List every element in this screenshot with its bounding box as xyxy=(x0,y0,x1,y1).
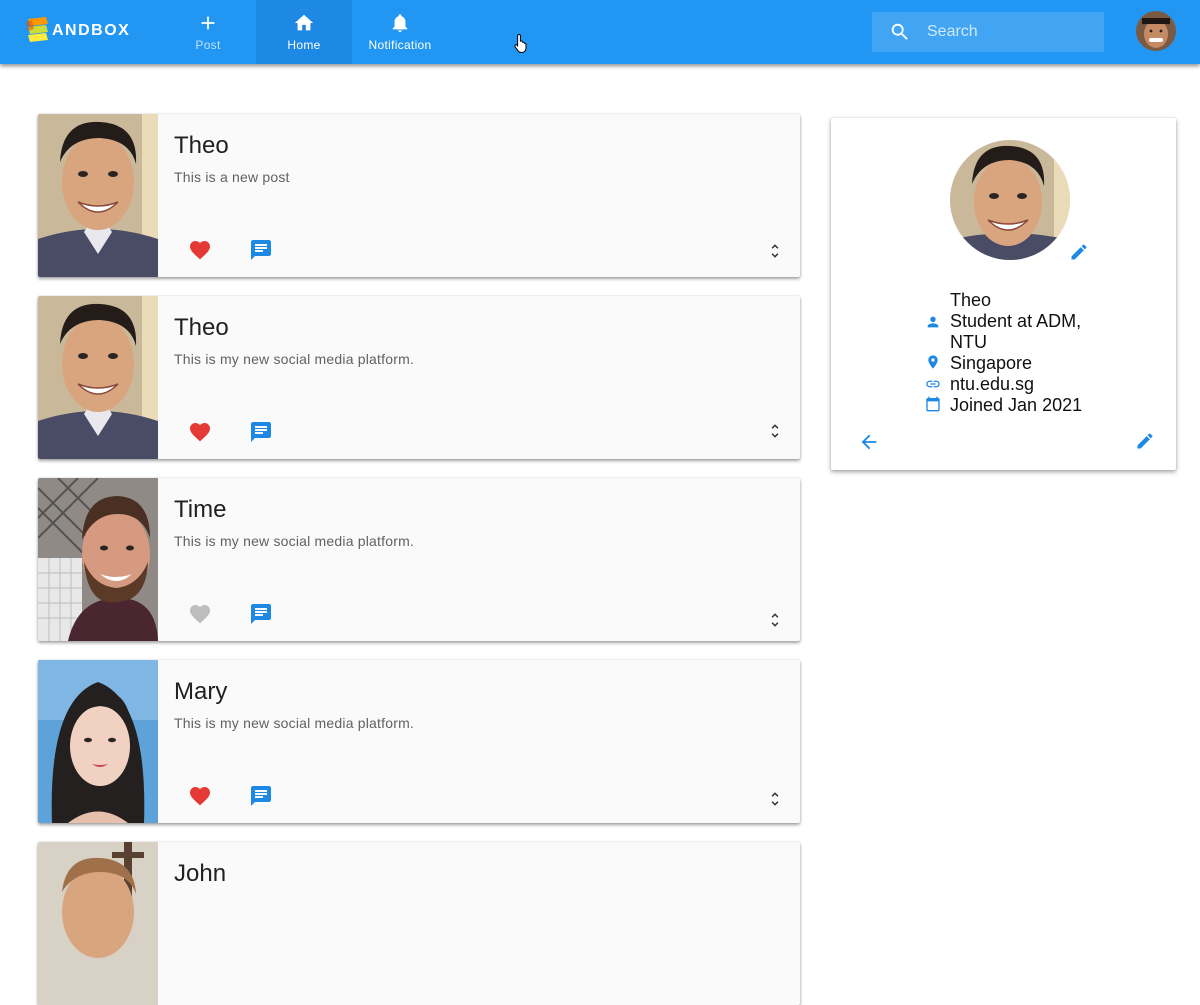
post-card: Theo This is a new post xyxy=(38,114,800,277)
nav-home-button[interactable]: Home xyxy=(256,0,352,64)
logo-text: ANDBOX xyxy=(52,22,131,39)
post-author-image[interactable] xyxy=(38,478,158,641)
like-button[interactable] xyxy=(188,602,212,626)
comment-icon xyxy=(251,604,271,624)
profile-bio-line2: NTU xyxy=(950,332,987,352)
comment-button[interactable] xyxy=(249,784,273,808)
search-input[interactable] xyxy=(927,23,1087,41)
pencil-icon xyxy=(1071,244,1087,260)
post-body: This is my new social media platform. xyxy=(174,533,415,549)
post-card: Theo This is my new social media platfor… xyxy=(38,296,800,459)
comment-button[interactable] xyxy=(249,602,273,626)
app-bar: ANDBOX Post Home Notification xyxy=(0,0,1200,64)
expand-button[interactable] xyxy=(766,422,784,440)
home-icon xyxy=(294,14,314,31)
post-body: This is my new social media platform. xyxy=(174,715,415,731)
heart-icon xyxy=(190,423,210,442)
profile-location: Singapore xyxy=(950,353,1033,373)
post-author-image[interactable] xyxy=(38,296,158,459)
comment-icon xyxy=(251,786,271,806)
edit-avatar-button[interactable] xyxy=(1069,242,1089,262)
comment-icon xyxy=(251,422,271,442)
profile-bio-line1: Student at ADM, xyxy=(950,311,1082,331)
heart-icon xyxy=(190,241,210,260)
unfold-more-icon xyxy=(771,424,779,438)
post-author-image[interactable] xyxy=(38,660,158,823)
nav-home-label: Home xyxy=(287,38,321,52)
unfold-more-icon xyxy=(771,244,779,258)
calendar-icon xyxy=(925,396,941,412)
pencil-icon xyxy=(1137,433,1153,449)
post-author-name[interactable]: Time xyxy=(174,496,226,524)
like-button[interactable] xyxy=(188,784,212,808)
plus-icon xyxy=(201,16,215,30)
expand-button[interactable] xyxy=(766,790,784,808)
user-avatar[interactable] xyxy=(1136,11,1176,51)
person-icon xyxy=(925,314,941,330)
post-author-name[interactable]: Theo xyxy=(174,314,229,342)
profile-website-link[interactable]: ntu.edu.sg xyxy=(950,374,1034,395)
post-card: Time This is my new social media platfor… xyxy=(38,478,800,641)
search-box[interactable] xyxy=(872,12,1104,52)
post-author-name[interactable]: Mary xyxy=(174,678,227,706)
post-card: John xyxy=(38,842,800,1005)
post-author-name[interactable]: John xyxy=(174,860,226,888)
expand-button[interactable] xyxy=(766,611,784,629)
heart-icon xyxy=(190,605,210,624)
nav-post-label: Post xyxy=(195,38,221,52)
profile-joined-date: Joined Jan 2021 xyxy=(950,395,1083,415)
link-icon xyxy=(925,376,941,392)
back-button[interactable] xyxy=(858,431,880,453)
profile-avatar xyxy=(950,140,1070,260)
post-body: This is a new post xyxy=(174,169,290,185)
logo[interactable]: ANDBOX xyxy=(26,16,130,46)
like-button[interactable] xyxy=(188,420,212,444)
arrow-back-icon xyxy=(861,434,877,450)
nav-notification-button[interactable]: Notification xyxy=(352,0,448,64)
search-icon xyxy=(891,23,908,40)
logo-icon xyxy=(26,17,50,45)
comment-button[interactable] xyxy=(249,420,273,444)
post-card: Mary This is my new social media platfor… xyxy=(38,660,800,823)
post-author-image[interactable] xyxy=(38,842,158,1005)
post-body: This is my new social media platform. xyxy=(174,351,415,367)
unfold-more-icon xyxy=(771,792,779,806)
edit-profile-button[interactable] xyxy=(1135,431,1155,451)
post-author-image[interactable] xyxy=(38,114,158,277)
heart-icon xyxy=(190,787,210,806)
profile-name[interactable]: Theo xyxy=(950,290,991,311)
comment-button[interactable] xyxy=(249,238,273,262)
mouse-cursor-icon xyxy=(514,33,530,53)
comment-icon xyxy=(251,240,271,260)
like-button[interactable] xyxy=(188,238,212,262)
expand-button[interactable] xyxy=(766,242,784,260)
unfold-more-icon xyxy=(771,613,779,627)
nav-post-button[interactable]: Post xyxy=(160,0,256,64)
location-icon xyxy=(925,354,941,370)
bell-icon xyxy=(392,14,408,33)
profile-card: Theo Student at ADM, NTU Singapore ntu.e… xyxy=(831,118,1176,470)
nav-notification-label: Notification xyxy=(368,38,432,52)
post-author-name[interactable]: Theo xyxy=(174,132,229,160)
